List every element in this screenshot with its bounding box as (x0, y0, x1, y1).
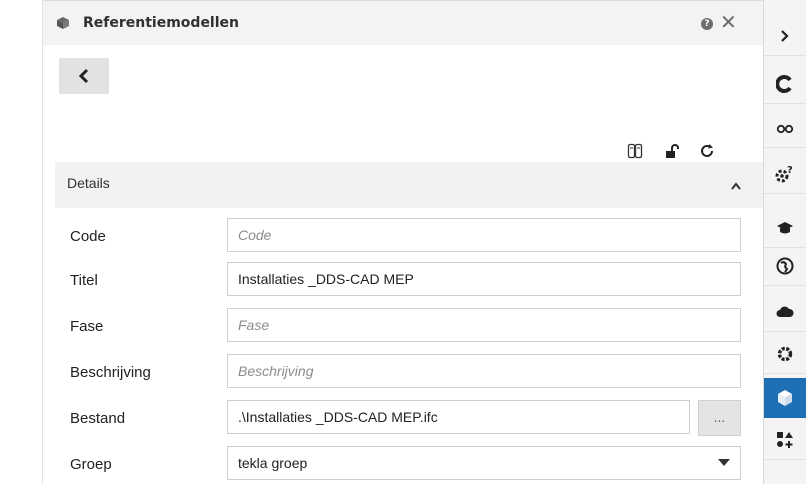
sidebar-item-online[interactable] (764, 246, 806, 286)
beschrijving-label: Beschrijving (70, 364, 151, 381)
dropdown-arrow-icon (718, 459, 730, 466)
chevron-up-icon[interactable] (731, 182, 741, 190)
close-icon[interactable]: ✕ (720, 12, 737, 32)
cube-icon (57, 17, 69, 29)
panel-titlebar: Referentiemodellen ? ✕ (43, 0, 763, 45)
code-label: Code (70, 228, 106, 245)
beschrijving-placeholder: Beschrijving (238, 363, 314, 379)
code-field[interactable]: Code (227, 218, 741, 252)
details-label: Details (67, 175, 110, 191)
bestand-value: .\Installaties _DDS-CAD MEP.ifc (238, 409, 438, 425)
bestand-label: Bestand (70, 410, 126, 427)
groep-label: Groep (70, 456, 112, 473)
sidebar-item-add-shapes[interactable] (764, 420, 806, 460)
sidebar-item-learning[interactable] (764, 208, 806, 248)
code-placeholder: Code (238, 227, 272, 243)
fase-label: Fase (70, 318, 104, 335)
groep-select[interactable]: tekla groep (227, 446, 741, 480)
details-section-header[interactable]: Details (55, 162, 763, 208)
right-sidebar: ? (763, 0, 806, 484)
bestand-field[interactable]: .\Installaties _DDS-CAD MEP.ifc (227, 400, 690, 434)
cloud-icon (776, 306, 794, 317)
refresh-icon[interactable] (699, 143, 715, 159)
fase-placeholder: Fase (238, 317, 270, 333)
sidebar-item-settings-help[interactable]: ? (764, 154, 806, 194)
sidebar-item-reference-models[interactable] (764, 378, 806, 418)
svg-text:?: ? (787, 165, 793, 176)
titel-label: Titel (70, 272, 98, 289)
titel-field[interactable]: Installaties _DDS-CAD MEP (227, 262, 741, 296)
sidebar-item-views[interactable] (764, 108, 806, 148)
globe-icon (776, 257, 794, 274)
help-icon[interactable]: ? (701, 18, 713, 30)
sidebar-item-tekla[interactable] (764, 64, 806, 104)
sidebar-item-cloud[interactable] (764, 292, 806, 332)
chevron-right-icon (781, 29, 789, 42)
view-glasses-icon (776, 124, 794, 133)
sidebar-expand-button[interactable] (764, 16, 806, 56)
groep-value: tekla groep (238, 455, 308, 471)
gear-icon (777, 346, 793, 361)
panel-title: Referentiemodellen (83, 15, 239, 31)
unlock-icon[interactable] (665, 143, 681, 159)
reference-models-panel: Referentiemodellen ? ✕ Details Code Code… (43, 0, 763, 484)
browse-button[interactable]: ... (698, 400, 741, 436)
chevron-left-icon (78, 68, 89, 84)
titel-value: Installaties _DDS-CAD MEP (238, 271, 414, 287)
back-button[interactable] (59, 58, 109, 94)
sidebar-item-settings[interactable] (764, 334, 806, 374)
tekla-logo-icon (776, 74, 792, 93)
cube-icon (778, 389, 792, 406)
left-background (0, 0, 42, 484)
graduation-cap-icon (777, 221, 793, 233)
reference-files-icon[interactable] (627, 143, 643, 159)
shapes-add-icon (777, 431, 793, 448)
settings-question-icon: ? (775, 165, 793, 182)
beschrijving-field[interactable]: Beschrijving (227, 354, 741, 388)
fase-field[interactable]: Fase (227, 308, 741, 342)
